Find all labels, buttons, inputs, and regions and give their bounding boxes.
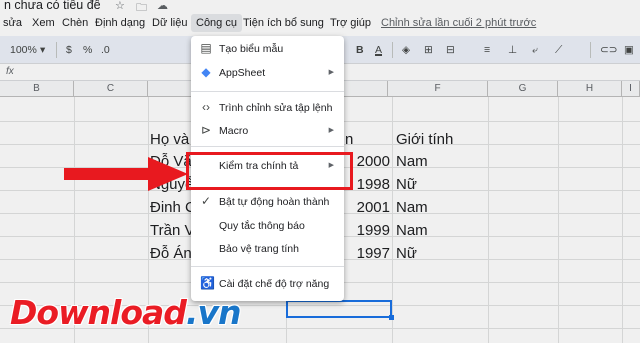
cell-header-gender[interactable]: Giới tính: [396, 131, 453, 148]
menu-item-label: Bật tự động hoàn thành: [219, 196, 330, 208]
document-title[interactable]: n chưa có tiêu đề: [4, 0, 101, 12]
fill-color-icon[interactable]: ◈: [402, 44, 410, 56]
wrap-icon[interactable]: ⤶: [532, 44, 538, 57]
grid-line: [488, 97, 489, 343]
cell-year[interactable]: 1997: [350, 245, 390, 262]
comment-icon[interactable]: ▣: [624, 44, 634, 56]
cell-year[interactable]: 1999: [350, 222, 390, 239]
check-icon: ✓: [200, 194, 212, 208]
grid-line: [392, 97, 393, 343]
column-header-f[interactable]: F: [388, 81, 488, 97]
menu-data[interactable]: Dữ liệu: [152, 17, 188, 29]
last-edit-link[interactable]: Chỉnh sửa lần cuối 2 phút trước: [381, 17, 536, 29]
menubar: sửa Xem Chèn Định dạng Dữ liệu Công cụ T…: [0, 12, 640, 36]
appsheet-icon: ◆: [201, 65, 211, 79]
menu-item-autocomplete[interactable]: ✓ Bật tự động hoàn thành: [191, 193, 344, 213]
accessibility-icon: ♿: [200, 276, 215, 290]
column-header-b[interactable]: B: [0, 81, 74, 97]
menu-item-label: Bảo vệ trang tính: [219, 243, 299, 255]
highlight-box: [186, 152, 353, 190]
menu-item-label: Tạo biểu mẫu: [219, 43, 284, 55]
cell-header-year[interactable]: n: [345, 131, 353, 148]
play-circle-icon: ⊳: [200, 123, 212, 137]
menu-item-label: Macro: [219, 125, 249, 137]
borders-icon[interactable]: ⊞: [424, 44, 433, 56]
submenu-arrow-icon: ▶: [328, 69, 334, 76]
align-left-icon[interactable]: ≡: [484, 44, 490, 56]
column-header-i[interactable]: I: [622, 81, 640, 97]
cell-name[interactable]: Đinh C: [150, 199, 196, 216]
menu-item-macro[interactable]: ⊳ Macro ▶: [191, 122, 344, 142]
title-bar: n chưa có tiêu đề ☆ 🗀 ☁: [0, 0, 640, 14]
zoom-select[interactable]: 100%: [10, 44, 37, 56]
link-icon[interactable]: ⊂⊃: [600, 44, 618, 56]
star-icon[interactable]: ☆: [115, 0, 125, 12]
column-header-g[interactable]: G: [488, 81, 558, 97]
toolbar-divider: [590, 42, 591, 58]
merge-icon[interactable]: ⊟: [446, 44, 455, 56]
decimal-button[interactable]: .0: [101, 44, 110, 56]
valign-icon[interactable]: ⊥: [508, 44, 517, 56]
menu-view[interactable]: Xem: [32, 17, 55, 29]
menu-item-script-editor[interactable]: ‹› Trình chỉnh sửa tập lệnh: [191, 99, 344, 119]
form-icon: ▤: [200, 41, 212, 55]
menu-item-label: Cài đặt chế độ trợ năng: [219, 278, 330, 290]
menu-item-create-form[interactable]: ▤ Tạo biểu mẫu: [191, 40, 344, 60]
selected-cell[interactable]: [286, 300, 394, 320]
cell-header-name[interactable]: Họ và: [150, 131, 189, 148]
menu-item-protect-sheet[interactable]: Bảo vệ trang tính: [191, 240, 344, 260]
watermark-main: Download: [10, 293, 187, 332]
menu-item-appsheet[interactable]: ◆ AppSheet ▶: [191, 64, 344, 84]
fx-label: fx: [6, 66, 14, 77]
menu-tools[interactable]: Công cụ: [191, 14, 242, 32]
menu-item-notification-rules[interactable]: Quy tắc thông báo: [191, 217, 344, 237]
submenu-arrow-icon: ▶: [328, 127, 334, 134]
menu-divider: [191, 266, 344, 267]
cell-name[interactable]: Trần V: [150, 222, 194, 239]
menu-addons[interactable]: Tiện ích bổ sung: [243, 17, 324, 29]
cell-year[interactable]: 2000: [350, 153, 390, 170]
chevron-down-icon[interactable]: ▾: [40, 44, 45, 56]
text-color-button[interactable]: A: [375, 44, 382, 56]
menu-item-label: Quy tắc thông báo: [219, 220, 305, 232]
cell-gender[interactable]: Nam: [396, 153, 428, 170]
percent-button[interactable]: %: [83, 44, 92, 56]
toolbar-divider: [56, 42, 57, 58]
grid-line: [558, 97, 559, 343]
cell-year[interactable]: 2001: [350, 199, 390, 216]
cell-year[interactable]: 1998: [350, 176, 390, 193]
bold-button[interactable]: B: [356, 44, 364, 56]
menu-format[interactable]: Định dạng: [95, 17, 145, 29]
menu-divider: [191, 91, 344, 92]
pointer-arrow-icon: [64, 157, 188, 191]
cell-gender[interactable]: Nam: [396, 222, 428, 239]
column-header-h[interactable]: H: [558, 81, 622, 97]
menu-edit[interactable]: sửa: [3, 17, 22, 29]
grid-line: [622, 97, 623, 343]
watermark-logo: Download.vn: [10, 293, 242, 332]
toolbar-divider: [392, 42, 393, 58]
menu-help[interactable]: Trợ giúp: [330, 17, 371, 29]
cell-gender[interactable]: Nữ: [396, 245, 417, 262]
cloud-icon[interactable]: ☁: [157, 0, 168, 12]
menu-item-label: Trình chỉnh sửa tập lệnh: [219, 102, 333, 114]
cell-gender[interactable]: Nam: [396, 199, 428, 216]
cell-gender[interactable]: Nữ: [396, 176, 417, 193]
code-icon: ‹›: [202, 100, 210, 114]
menu-item-label: AppSheet: [219, 67, 266, 79]
cell-name[interactable]: Đỗ Án: [150, 245, 192, 262]
menu-divider: [191, 146, 344, 147]
menu-insert[interactable]: Chèn: [62, 17, 88, 29]
watermark-suffix: .vn: [185, 293, 242, 332]
column-header-c[interactable]: C: [74, 81, 148, 97]
currency-button[interactable]: $: [66, 44, 72, 56]
rotate-icon[interactable]: ⟋: [555, 44, 562, 57]
menu-item-accessibility[interactable]: ♿ Cài đặt chế độ trợ năng: [191, 275, 344, 295]
